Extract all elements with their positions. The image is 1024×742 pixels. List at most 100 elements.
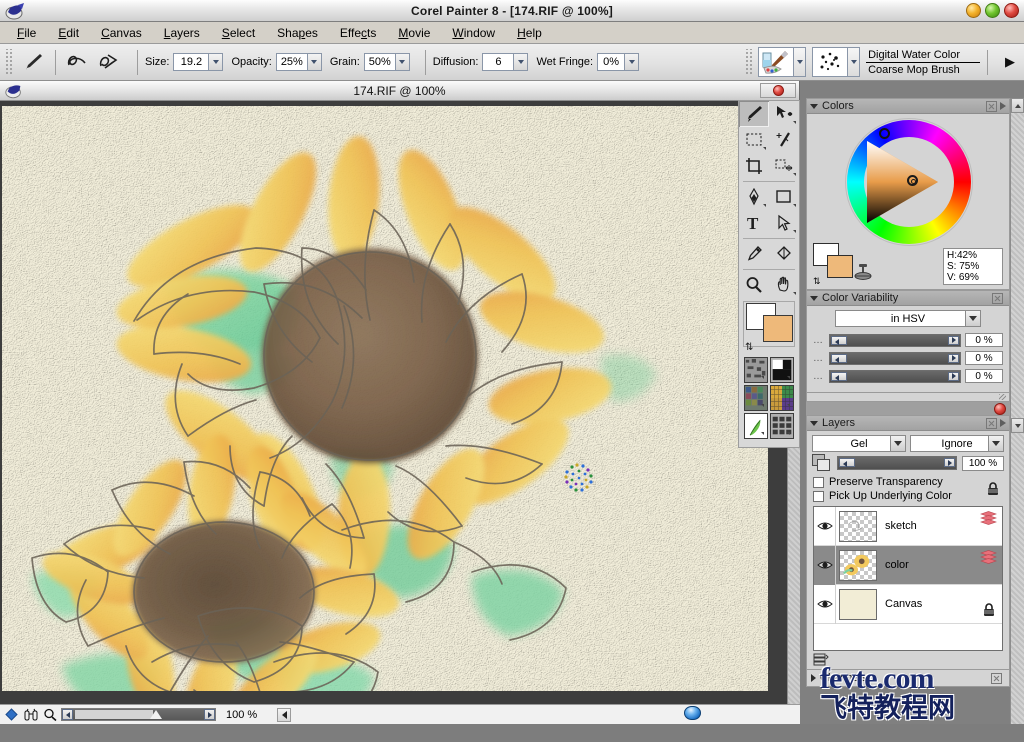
dock-scroll-down-button[interactable] xyxy=(1011,418,1024,433)
zoom-slider-right-button[interactable] xyxy=(204,709,215,720)
menu-shapes[interactable]: Shapes xyxy=(266,24,329,42)
opacity-input[interactable] xyxy=(276,54,307,70)
slider-thumb[interactable] xyxy=(831,371,847,381)
left-arrow-icon[interactable] xyxy=(277,707,292,722)
variability-resize-grip[interactable] xyxy=(806,393,1010,402)
magnifier-icon[interactable] xyxy=(42,707,57,722)
paint-bucket-tool[interactable] xyxy=(769,241,799,267)
magnifier-tool[interactable] xyxy=(739,272,769,298)
variability-mode-select[interactable]: in HSV xyxy=(835,310,981,327)
selection-adjuster-tool[interactable] xyxy=(769,153,799,179)
nozzle-selector[interactable] xyxy=(744,413,768,439)
value-variability-slider[interactable] xyxy=(829,369,961,383)
size-dropdown-arrow[interactable] xyxy=(208,54,223,70)
right-triangle-icon[interactable] xyxy=(811,674,816,682)
layer-visibility-toggle[interactable] xyxy=(814,584,836,624)
color-wheel-area[interactable]: ⇅ H:42% S: 75% V: 69% xyxy=(807,114,1009,289)
layer-visibility-toggle[interactable] xyxy=(814,507,836,546)
stroke-preview[interactable] xyxy=(65,51,122,73)
slider-thumb[interactable] xyxy=(831,335,847,345)
new-layer-icon[interactable] xyxy=(813,652,829,669)
pick-up-underlying-row[interactable]: Pick Up Underlying Color xyxy=(807,482,1009,503)
blue-diamond-icon[interactable] xyxy=(4,707,19,722)
slider-right-end[interactable] xyxy=(944,458,955,467)
brush-selector-grip[interactable] xyxy=(745,49,755,75)
layer-mask-toggle[interactable] xyxy=(812,454,832,472)
layer-stack-icon[interactable] xyxy=(980,511,997,528)
document-close-button[interactable] xyxy=(760,83,796,98)
layers-panel-header[interactable]: Layers xyxy=(807,416,1009,431)
close-button[interactable] xyxy=(1004,3,1019,18)
pick-up-underlying-checkbox[interactable] xyxy=(813,490,824,502)
channels-panel-header[interactable]: Channels xyxy=(806,670,1010,687)
clone-color-stamp-icon[interactable] xyxy=(853,262,873,285)
grain-input[interactable] xyxy=(364,54,395,70)
layer-opacity-slider[interactable] xyxy=(837,456,957,470)
composite-method-select[interactable]: Gel xyxy=(812,435,906,452)
dots-spray-icon[interactable] xyxy=(812,47,849,77)
shape-selection-tool[interactable] xyxy=(769,210,799,236)
panel-close-icon[interactable] xyxy=(991,672,1002,684)
swap-arrows-icon[interactable]: ⇅ xyxy=(745,342,753,353)
opacity-dropdown-arrow[interactable] xyxy=(306,54,321,70)
color-variability-header[interactable]: Color Variability xyxy=(807,291,1009,306)
minimize-button[interactable] xyxy=(966,3,981,18)
zoom-slider-thumb[interactable] xyxy=(150,710,162,719)
layer-adjuster-tool[interactable] xyxy=(769,101,799,127)
blue-orb-icon[interactable] xyxy=(684,706,701,720)
brush-tool[interactable] xyxy=(739,101,769,127)
text-tool[interactable]: T xyxy=(739,210,769,236)
layer-thumbnail[interactable] xyxy=(839,588,877,620)
value-variability-value[interactable]: 0 % xyxy=(965,369,1003,383)
layer-list[interactable]: sketch color Canvas xyxy=(813,506,1003,651)
panel-menu-arrow-icon[interactable] xyxy=(1000,102,1006,110)
main-color-swatch-small[interactable] xyxy=(827,255,853,278)
panel-close-icon[interactable] xyxy=(986,100,997,112)
dock-scroll-up-button[interactable] xyxy=(1011,98,1024,113)
main-color-swatch[interactable] xyxy=(763,315,793,342)
preserve-transparency-row[interactable]: Preserve Transparency xyxy=(807,475,1009,489)
grain-field[interactable] xyxy=(363,53,410,71)
saturation-variability-slider[interactable] xyxy=(829,351,961,365)
size-field[interactable] xyxy=(173,53,224,71)
table-row[interactable]: color xyxy=(814,545,1002,585)
zoom-slider-left-button[interactable] xyxy=(62,709,73,720)
brush-variant-dropdown[interactable] xyxy=(848,47,861,77)
panel-close-icon[interactable] xyxy=(992,292,1003,304)
menu-select[interactable]: Select xyxy=(211,24,266,42)
diffusion-field[interactable] xyxy=(482,53,529,71)
wet-fringe-dropdown-arrow[interactable] xyxy=(624,54,639,70)
chevron-down-icon[interactable] xyxy=(965,311,980,326)
saturation-variability-value[interactable]: 0 % xyxy=(965,351,1003,365)
pen-tool[interactable] xyxy=(739,184,769,210)
layer-thumbnail[interactable] xyxy=(839,510,877,542)
wet-fringe-field[interactable] xyxy=(597,53,640,71)
slider-right-end[interactable] xyxy=(948,335,959,345)
panel-close-icon[interactable] xyxy=(986,417,997,429)
hue-variability-slider[interactable] xyxy=(829,333,961,347)
right-arrow-icon[interactable]: ▶ xyxy=(1005,54,1015,70)
menu-edit[interactable]: Edit xyxy=(47,24,90,42)
menu-file[interactable]: File xyxy=(6,24,47,42)
chevron-down-icon[interactable] xyxy=(890,436,905,451)
preserve-transparency-checkbox[interactable] xyxy=(813,476,824,488)
panel-menu-arrow-icon[interactable] xyxy=(1000,419,1006,427)
wet-fringe-input[interactable] xyxy=(598,54,625,70)
collapse-triangle-icon[interactable] xyxy=(810,420,818,426)
watercolor-palette-icon[interactable] xyxy=(758,47,795,77)
slider-thumb[interactable] xyxy=(831,353,847,363)
table-row[interactable]: sketch xyxy=(814,507,1002,546)
saturation-value-marker[interactable] xyxy=(907,175,918,186)
crop-tool[interactable] xyxy=(739,153,769,179)
diffusion-input[interactable] xyxy=(483,54,514,70)
brush-category-dropdown[interactable] xyxy=(794,47,807,77)
menu-movie[interactable]: Movie xyxy=(387,24,441,42)
menu-canvas[interactable]: Canvas xyxy=(90,24,153,42)
brush-names[interactable]: Digital Water Color Coarse Mop Brush xyxy=(866,47,980,77)
paper-selector[interactable] xyxy=(744,357,768,383)
layer-lock-icon[interactable] xyxy=(985,481,1001,500)
menu-effects[interactable]: Effects xyxy=(329,24,387,42)
diffusion-dropdown-arrow[interactable] xyxy=(513,54,528,70)
weave-selector[interactable] xyxy=(770,385,794,411)
chevron-down-icon[interactable] xyxy=(988,436,1003,451)
